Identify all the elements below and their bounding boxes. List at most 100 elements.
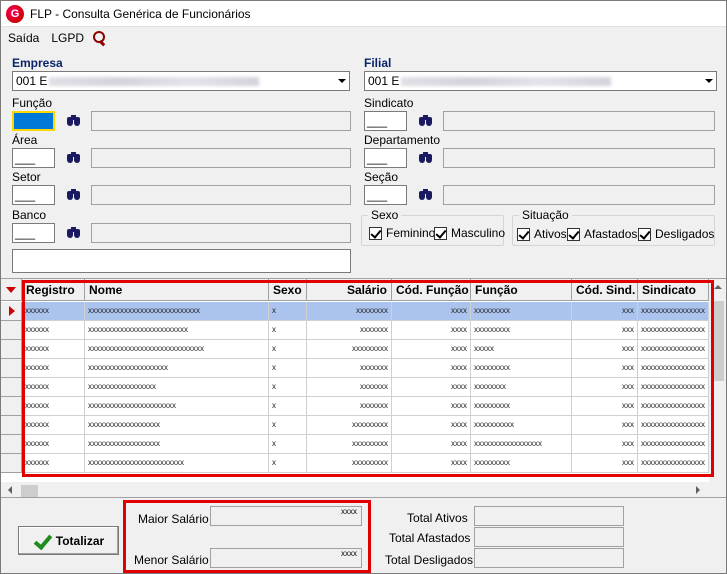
cell-cod-funcao: xxxx — [392, 435, 471, 454]
grid-corner-icon[interactable] — [1, 279, 22, 301]
afastados-checkbox[interactable]: Afastados — [567, 227, 637, 241]
title-bar: G FLP - Consulta Genérica de Funcionário… — [1, 1, 726, 27]
totalizar-button[interactable]: Totalizar — [18, 526, 119, 555]
search-icon[interactable] — [92, 30, 108, 46]
row-indicator[interactable] — [1, 340, 22, 359]
cell-nome: xxxxxxxxxxxxxxxxxx — [85, 416, 269, 435]
column-header-funcao[interactable]: Função — [471, 279, 572, 301]
secao-label: Seção — [364, 170, 399, 184]
cell-registro: xxxxxx — [22, 416, 85, 435]
cell-sexo: x — [269, 397, 307, 416]
employee-grid[interactable]: Registro Nome Sexo Salário Cód. Função Função… — [1, 278, 726, 499]
total-desligados-field — [474, 548, 624, 568]
filial-select[interactable]: 001 E — [364, 71, 717, 91]
afastados-label: Afastados — [584, 227, 638, 241]
departamento-code-input[interactable]: ___ — [364, 148, 407, 168]
cell-salario: xxxxxxx — [307, 321, 392, 340]
cell-cod-funcao: xxxx — [392, 302, 471, 321]
row-indicator[interactable] — [1, 397, 22, 416]
cell-nome: xxxxxxxxxxxxxxxxxxxxxx — [85, 397, 269, 416]
cell-sexo: x — [269, 302, 307, 321]
checkbox-checked-icon[interactable] — [638, 227, 651, 241]
row-indicator[interactable] — [1, 435, 22, 454]
area-code-input[interactable]: ___ — [12, 148, 55, 168]
binoculars-icon[interactable] — [418, 150, 434, 166]
menu-lgpd[interactable]: LGPD — [45, 31, 90, 45]
cell-sexo: x — [269, 416, 307, 435]
sindicato-description — [443, 111, 715, 131]
cell-nome: xxxxxxxxxxxxxxxxxxxxxxxxxxxxx — [85, 340, 269, 359]
cell-salario: xxxxxxx — [307, 378, 392, 397]
area-label: Área — [12, 133, 38, 147]
menor-salario-field: xxxx — [210, 548, 362, 568]
menu-bar: Saída LGPD — [1, 27, 726, 49]
checkbox-checked-icon[interactable] — [369, 226, 382, 240]
cell-sindicato: xxxxxxxxxxxxxxxx — [638, 454, 709, 473]
binoculars-icon[interactable] — [66, 225, 82, 241]
binoculars-icon[interactable] — [418, 187, 434, 203]
cell-cod-funcao: xxxx — [392, 321, 471, 340]
cell-salario: xxxxxxxx — [307, 302, 392, 321]
secao-description — [443, 185, 715, 205]
checkbox-checked-icon[interactable] — [434, 226, 447, 240]
chevron-down-icon[interactable] — [700, 72, 716, 90]
vertical-scrollbar[interactable] — [709, 279, 726, 485]
funcao-label: Função — [12, 96, 53, 110]
masculino-checkbox[interactable]: Masculino — [434, 226, 505, 240]
binoculars-icon[interactable] — [66, 150, 82, 166]
secao-code-input[interactable]: ___ — [364, 185, 407, 205]
column-header-salario[interactable]: Salário — [307, 279, 392, 301]
setor-code-input[interactable]: ___ — [12, 185, 55, 205]
column-header-cod-funcao[interactable]: Cód. Função — [392, 279, 471, 301]
cell-sindicato: xxxxxxxxxxxxxxxx — [638, 359, 709, 378]
empresa-label: Empresa — [12, 56, 63, 70]
cell-registro: xxxxxx — [22, 302, 85, 321]
filial-value: 001 E — [368, 74, 400, 88]
cell-cod-funcao: xxxx — [392, 454, 471, 473]
menu-saida[interactable]: Saída — [1, 31, 45, 45]
binoculars-icon[interactable] — [66, 113, 82, 129]
row-indicator[interactable] — [1, 378, 22, 397]
departamento-label: Departamento — [364, 133, 441, 147]
extra-text-field[interactable] — [12, 249, 351, 273]
funcao-code-input[interactable] — [12, 111, 55, 131]
banco-code-input[interactable]: ___ — [12, 223, 55, 243]
sindicato-code-input[interactable]: ___ — [364, 111, 407, 131]
situacao-group-title: Situação — [519, 208, 572, 222]
cell-sindicato: xxxxxxxxxxxxxxxx — [638, 435, 709, 454]
column-header-sindicato[interactable]: Sindicato — [638, 279, 709, 301]
cell-nome: xxxxxxxxxxxxxxxxxxxx — [85, 359, 269, 378]
scroll-thumb[interactable] — [711, 301, 724, 381]
setor-label: Setor — [12, 170, 41, 184]
column-header-cod-sind[interactable]: Cód. Sind. — [572, 279, 638, 301]
total-ativos-field — [474, 506, 624, 526]
scroll-thumb[interactable] — [21, 485, 38, 497]
desligados-checkbox[interactable]: Desligados — [638, 227, 714, 241]
cell-funcao: xxxxxxxxx — [471, 397, 572, 416]
column-header-sexo[interactable]: Sexo — [269, 279, 307, 301]
cell-funcao: xxxxxxxxx — [471, 302, 572, 321]
empresa-select[interactable]: 001 E — [12, 71, 350, 91]
row-indicator[interactable] — [1, 416, 22, 435]
binoculars-icon[interactable] — [418, 113, 434, 129]
chevron-down-icon[interactable] — [333, 72, 349, 90]
row-indicator[interactable] — [1, 359, 22, 378]
cell-registro: xxxxxx — [22, 321, 85, 340]
checkbox-checked-icon[interactable] — [567, 227, 580, 241]
row-indicator[interactable] — [1, 454, 22, 473]
cell-nome: xxxxxxxxxxxxxxxxx — [85, 378, 269, 397]
cell-nome: xxxxxxxxxxxxxxxxxxxxxxxxx — [85, 321, 269, 340]
setor-description — [91, 185, 351, 205]
cell-cod-funcao: xxxx — [392, 416, 471, 435]
cell-cod-sind: xxx — [572, 454, 638, 473]
current-row-arrow-icon[interactable] — [1, 302, 22, 321]
row-indicator[interactable] — [1, 321, 22, 340]
feminino-checkbox[interactable]: Feminino — [369, 226, 435, 240]
binoculars-icon[interactable] — [66, 187, 82, 203]
checkbox-checked-icon[interactable] — [517, 227, 530, 241]
ativos-checkbox[interactable]: Ativos — [517, 227, 567, 241]
column-header-nome[interactable]: Nome — [85, 279, 269, 301]
cell-registro: xxxxxx — [22, 435, 85, 454]
cell-registro: xxxxxx — [22, 454, 85, 473]
column-header-registro[interactable]: Registro — [22, 279, 85, 301]
